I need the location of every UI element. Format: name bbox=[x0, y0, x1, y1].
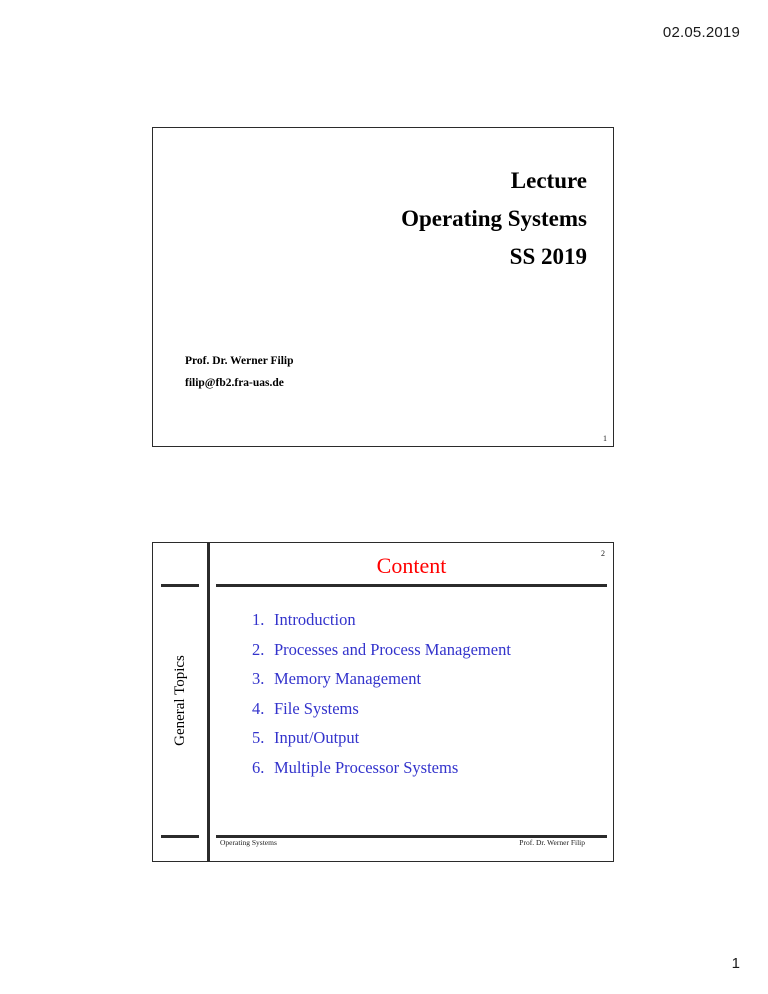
footer-rule-stub bbox=[161, 835, 199, 838]
toc-label: Multiple Processor Systems bbox=[274, 757, 459, 777]
slide-number: 2 bbox=[601, 549, 605, 558]
toc-number: 4. bbox=[252, 698, 265, 718]
title-block: Lecture Operating Systems SS 2019 bbox=[153, 162, 587, 276]
slide-footer: Operating Systems Prof. Dr. Werner Filip bbox=[216, 838, 607, 856]
toc-label: Introduction bbox=[274, 610, 356, 629]
list-item: 3. Memory Management bbox=[216, 664, 607, 694]
author-email: filip@fb2.fra-uas.de bbox=[185, 377, 284, 389]
author-block: Prof. Dr. Werner Filip filip@fb2.fra-uas… bbox=[185, 350, 294, 394]
title-line-lecture: Lecture bbox=[510, 168, 587, 193]
header-rule-stub bbox=[161, 584, 199, 587]
page-number: 1 bbox=[731, 955, 740, 972]
slide-title: Content bbox=[376, 553, 447, 578]
title-line-term: SS 2019 bbox=[509, 244, 587, 269]
vertical-divider bbox=[207, 543, 210, 861]
toc-label: Processes and Process Management bbox=[274, 639, 511, 659]
list-item: 6. Multiple Processor Systems bbox=[216, 753, 607, 783]
page-date: 02.05.2019 bbox=[662, 24, 740, 41]
list-item: 2. Processes and Process Management bbox=[216, 635, 607, 665]
toc-number: 1. bbox=[252, 610, 265, 629]
table-of-contents: 1. Introduction 2. Processes and Process… bbox=[216, 605, 607, 782]
author-name: Prof. Dr. Werner Filip bbox=[185, 355, 294, 367]
list-item: 4. File Systems bbox=[216, 694, 607, 724]
title-line-course: Operating Systems bbox=[401, 206, 587, 231]
toc-label: Input/Output bbox=[274, 728, 360, 747]
slide-number: 1 bbox=[603, 434, 607, 443]
toc-number: 2. bbox=[252, 639, 265, 659]
footer-author: Prof. Dr. Werner Filip bbox=[519, 838, 585, 847]
side-label-text: General Topics bbox=[171, 655, 188, 746]
toc-label: Memory Management bbox=[274, 669, 422, 688]
header-rule bbox=[216, 584, 607, 587]
list-item: 1. Introduction bbox=[216, 605, 607, 635]
slide-title-page: Lecture Operating Systems SS 2019 Prof. … bbox=[152, 127, 614, 447]
list-item: 5. Input/Output bbox=[216, 723, 607, 753]
slide-content-page: Content General Topics 1. Introduction 2… bbox=[152, 542, 614, 862]
handout-page: { "page": { "date": "02.05.2019", "page_… bbox=[0, 0, 768, 994]
toc-number: 5. bbox=[252, 728, 265, 747]
toc-number: 6. bbox=[252, 757, 265, 777]
footer-course-name: Operating Systems bbox=[220, 838, 277, 847]
toc-label: File Systems bbox=[274, 698, 359, 718]
toc-number: 3. bbox=[252, 669, 265, 688]
side-label-general-topics: General Topics bbox=[153, 593, 207, 808]
